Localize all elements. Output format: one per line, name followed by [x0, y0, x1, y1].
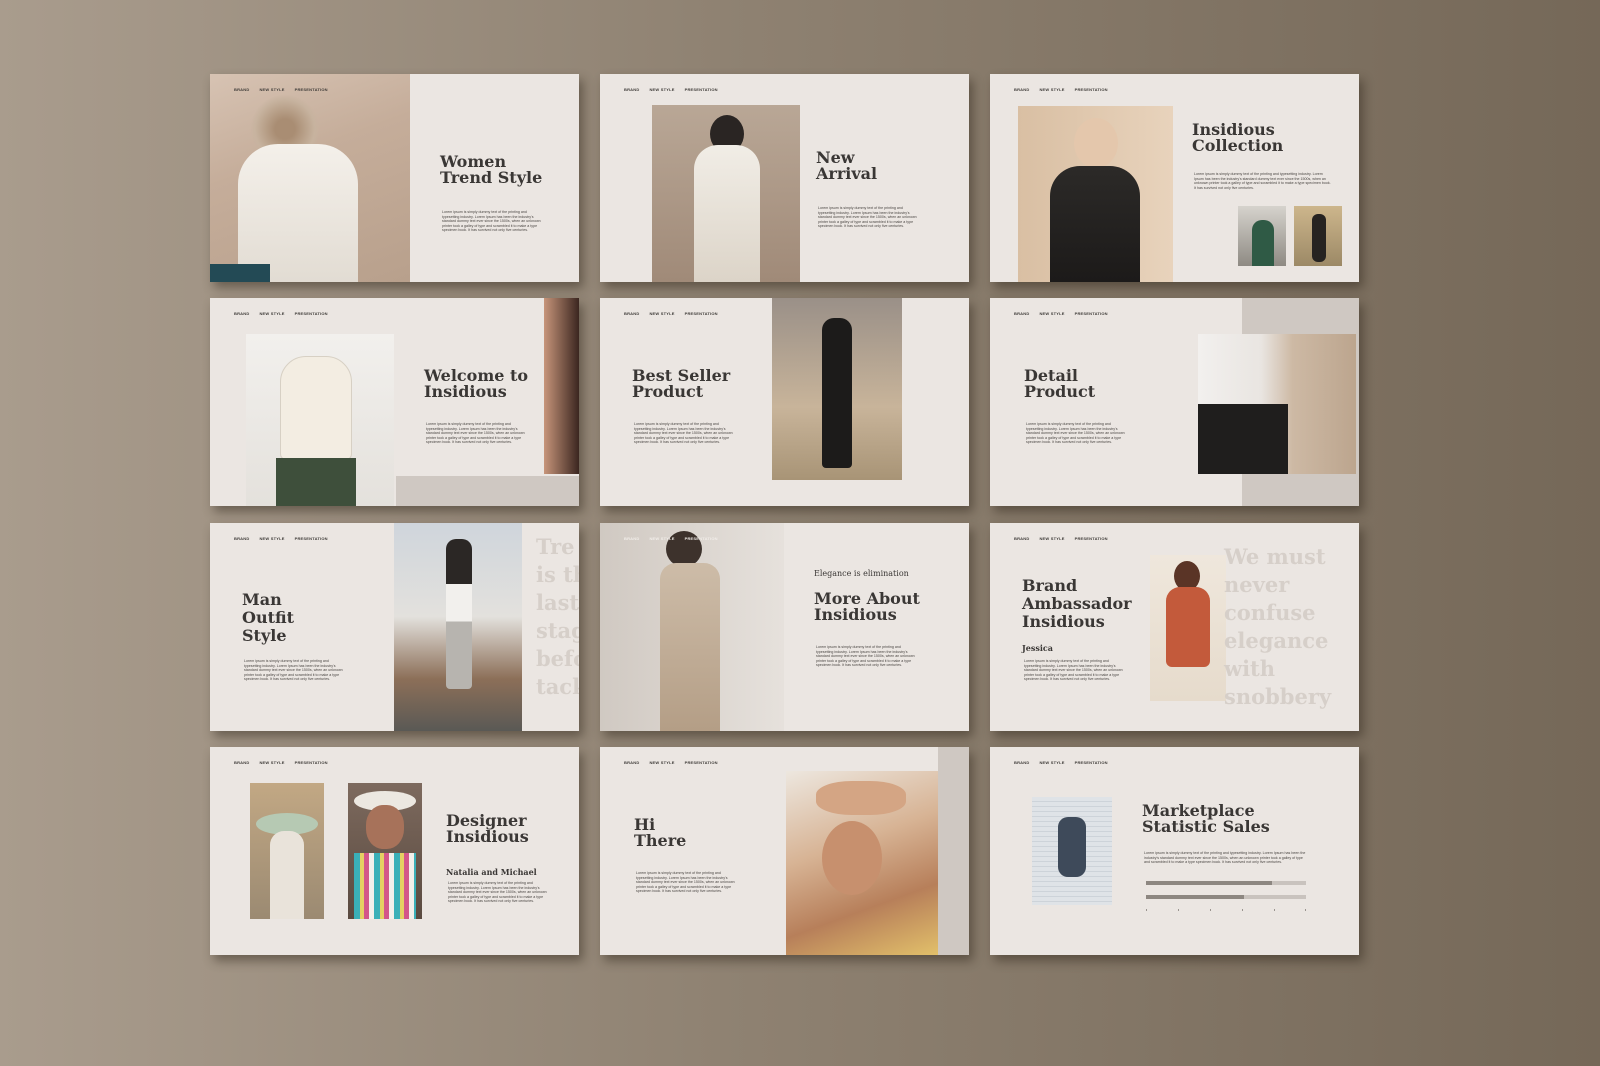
nav-brand: BRAND: [234, 87, 250, 92]
woman-hand-shade-photo: [786, 771, 938, 955]
slide-brand-ambassador[interactable]: BRAND NEW STYLE PRESENTATION Brand Ambas…: [990, 523, 1359, 731]
woman-red-dress-photo: [1150, 555, 1226, 701]
slide-best-seller-product[interactable]: BRAND NEW STYLE PRESENTATION Best Seller…: [600, 298, 969, 506]
sales-bar-fill-2: [1146, 895, 1244, 899]
woman-black-suit-photo: [772, 298, 902, 480]
slide-hi-there[interactable]: BRAND NEW STYLE PRESENTATION Hi There Lo…: [600, 747, 969, 955]
nav-bar: BRAND NEW STYLE PRESENTATION: [624, 760, 718, 765]
quote-text: Tre is th last stag befo tack: [536, 534, 579, 699]
nav-bar: BRAND NEW STYLE PRESENTATION: [234, 536, 328, 541]
nav-bar: BRAND NEW STYLE PRESENTATION: [234, 311, 328, 316]
slide-designer-insidious[interactable]: BRAND NEW STYLE PRESENTATION Designer In…: [210, 747, 579, 955]
eyebrow-text: Elegance is elimination: [814, 569, 909, 578]
woman-white-blouse-photo: [210, 74, 410, 282]
slide-title: Detail Product: [1024, 366, 1096, 401]
sales-bar-fill-1: [1146, 881, 1272, 885]
ambassador-name: Jessica: [1022, 643, 1053, 653]
nav-bar: BRAND NEW STYLE PRESENTATION: [234, 87, 328, 92]
slide-title: Man Outfit Style: [242, 590, 294, 645]
trench-coat-detail-photo: [1198, 334, 1356, 474]
woman-white-outfit-photo: [652, 105, 800, 282]
slide-marketplace-statistic-sales[interactable]: BRAND NEW STYLE PRESENTATION Marketplace…: [990, 747, 1359, 955]
nav-bar: BRAND NEW STYLE PRESENTATION: [624, 311, 718, 316]
body-text: Lorem ipsum is simply dummy text of the …: [1024, 659, 1123, 682]
nav-new-style: NEW STYLE: [259, 87, 285, 92]
nav-bar: BRAND NEW STYLE PRESENTATION: [624, 87, 718, 92]
nav-bar: BRAND NEW STYLE PRESENTATION: [234, 760, 328, 765]
quote-text: We must never confuse elegance with snob…: [1224, 544, 1332, 709]
slide-man-outfit-style[interactable]: BRAND NEW STYLE PRESENTATION Man Outfit …: [210, 523, 579, 731]
body-text: Lorem ipsum is simply dummy text of the …: [816, 645, 915, 668]
slide-title: Best Seller Product: [632, 366, 731, 401]
slide-women-trend-style[interactable]: BRAND NEW STYLE PRESENTATION Women Trend…: [210, 74, 579, 282]
woman-jumping-photo: [1032, 797, 1112, 905]
slide-title: Women Trend Style: [440, 152, 543, 187]
nav-bar: BRAND NEW STYLE PRESENTATION: [1014, 311, 1108, 316]
body-text: Lorem ipsum is simply dummy text of the …: [636, 871, 735, 894]
nav-presentation: PRESENTATION: [294, 87, 328, 92]
designer-man-hat-photo: [348, 783, 422, 919]
slide-title: New Arrival: [816, 148, 878, 183]
slide-title: More About Insidious: [814, 589, 920, 624]
body-text: Lorem ipsum is simply dummy text of the …: [1194, 172, 1331, 190]
designer-names: Natalia and Michael: [446, 867, 537, 877]
nav-bar: BRAND NEW STYLE PRESENTATION: [624, 536, 718, 541]
slide-title: Insidious Collection: [1192, 120, 1284, 155]
body-text: Lorem ipsum is simply dummy text of the …: [818, 206, 917, 229]
accent-block: [938, 747, 969, 955]
slide-insidious-collection[interactable]: BRAND NEW STYLE PRESENTATION Insidious C…: [990, 74, 1359, 282]
body-text: Lorem ipsum is simply dummy text of the …: [634, 422, 733, 445]
slide-title: Welcome to Insidious: [424, 366, 529, 401]
body-text: Lorem ipsum is simply dummy text of the …: [442, 210, 541, 233]
slide-detail-product[interactable]: BRAND NEW STYLE PRESENTATION Detail Prod…: [990, 298, 1359, 506]
slide-new-arrival[interactable]: BRAND NEW STYLE PRESENTATION New Arrival…: [600, 74, 969, 282]
woman-tank-top-photo: [246, 334, 394, 506]
body-text: Lorem ipsum is simply dummy text of the …: [426, 422, 525, 445]
designer-woman-hat-photo: [250, 783, 324, 919]
accent-block: [396, 476, 579, 506]
woman-trench-vest-photo: [600, 523, 784, 731]
slide-title: Hi There: [634, 815, 687, 850]
earring-closeup-photo: [544, 298, 579, 474]
woman-sunglasses-photo: [1018, 106, 1173, 282]
small-photo-2: [1294, 206, 1342, 266]
nav-bar: BRAND NEW STYLE PRESENTATION: [1014, 87, 1108, 92]
body-text: Lorem ipsum is simply dummy text of the …: [244, 659, 343, 682]
slide-title: Brand Ambassador Insidious: [1022, 576, 1132, 631]
man-rooftop-photo: [394, 523, 522, 731]
body-text: Lorem ipsum is simply dummy text of the …: [1026, 422, 1125, 445]
small-photo-1: [1238, 206, 1286, 266]
slide-title: Designer Insidious: [446, 811, 529, 846]
body-text: Lorem ipsum is simply dummy text of the …: [448, 881, 547, 904]
slide-welcome-to-insidious[interactable]: BRAND NEW STYLE PRESENTATION Welcome to …: [210, 298, 579, 506]
slide-title: Marketplace Statistic Sales: [1142, 801, 1270, 836]
slide-more-about-insidious[interactable]: BRAND NEW STYLE PRESENTATION Elegance is…: [600, 523, 969, 731]
body-text: Lorem ipsum is simply dummy text of the …: [1144, 851, 1306, 865]
nav-bar: BRAND NEW STYLE PRESENTATION: [1014, 760, 1108, 765]
nav-bar: BRAND NEW STYLE PRESENTATION: [1014, 536, 1108, 541]
